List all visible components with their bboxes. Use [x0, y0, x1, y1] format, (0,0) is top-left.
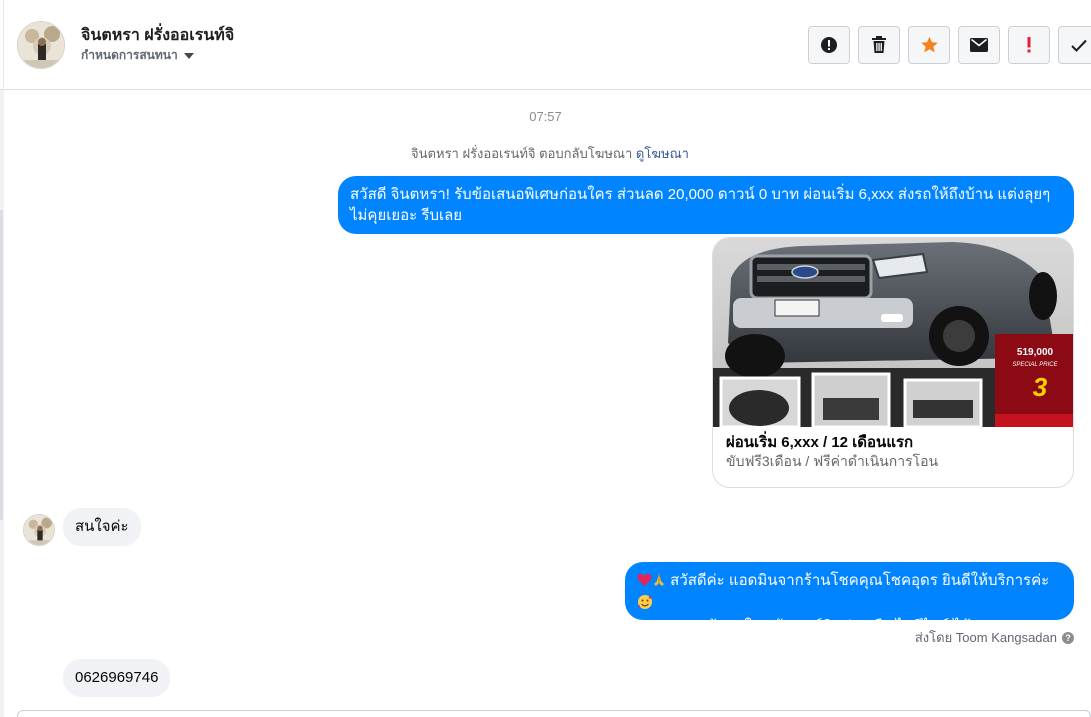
view-ad-link[interactable]: ดูโฆษณา [636, 146, 689, 161]
alert-circle-icon [820, 36, 838, 54]
message-text-line1: สวัสดีค่ะ แอดมินจากร้านโชคคุณโชคอุดร ยิน… [670, 572, 1050, 589]
folded-hands-icon [652, 572, 666, 593]
spam-button[interactable] [808, 26, 850, 64]
left-scroll-rail [0, 90, 4, 717]
outgoing-message: สวัสดีค่ะ แอดมินจากร้านโชคคุณโชคอุดร ยิน… [625, 562, 1074, 635]
ad-reply-text: จินตหรา ฝรั่งออเรนท์จิ ตอบกลับโฆษณา [411, 146, 633, 161]
important-button[interactable] [1008, 26, 1050, 64]
envelope-icon [970, 38, 988, 52]
help-icon[interactable]: ? [1062, 631, 1074, 644]
header-divider [3, 0, 4, 90]
message-text: สวัสดี จินตหรา! รับข้อเสนอพิเศษก่อนใคร ส… [350, 186, 1051, 224]
contact-name: จินตหรา ฝรั่งออเรนท์จิ [81, 27, 235, 44]
conversation-toolbar [808, 26, 1091, 64]
incoming-message: สนใจค่ะ [63, 508, 141, 546]
incoming-message: 0626969746 [63, 659, 171, 697]
message-text: สนใจค่ะ [75, 518, 129, 535]
conversation-header: จินตหรา ฝรั่งออเรนท์จิ กำหนดการสนทนา [0, 0, 1091, 90]
contact-avatar[interactable] [17, 21, 65, 69]
red-heart-icon [637, 572, 652, 593]
sent-by-text: ส่งโดย Toom Kangsadan [914, 630, 1057, 645]
scrollbar-thumb[interactable] [0, 210, 3, 520]
caret-down-icon [183, 53, 194, 59]
ad-card-subtitle: ขับฟรี3เดือน / ฟรีค่าดำเนินการโอน [726, 453, 939, 469]
star-icon [920, 36, 939, 54]
done-button[interactable] [1058, 26, 1091, 64]
message-timestamp: 07:57 [529, 109, 562, 124]
mark-unread-button[interactable] [958, 26, 1000, 64]
contact-avatar-small [23, 514, 55, 546]
smiling-face-with-hearts-icon [637, 594, 653, 616]
assign-conversation-dropdown[interactable]: กำหนดการสนทนา [81, 46, 194, 65]
delete-button[interactable] [858, 26, 900, 64]
exclamation-icon [1026, 37, 1032, 53]
ad-card-image: 519,000 SPECIAL PRICE 3 [713, 238, 1073, 429]
checkmark-icon [1071, 39, 1087, 52]
special-price-text: SPECIAL PRICE [1012, 362, 1058, 368]
assign-label: กำหนดการสนทนา [81, 48, 178, 62]
sent-by-label: ส่งโดย Toom Kangsadan ? [915, 627, 1074, 648]
reply-composer[interactable] [17, 710, 1091, 717]
star-button[interactable] [908, 26, 950, 64]
ad-reply-notice: จินตหรา ฝรั่งออเรนท์จิ ตอบกลับโฆษณา ดูโฆ… [0, 143, 1091, 164]
outgoing-message: สวัสดี จินตหรา! รับข้อเสนอพิเศษก่อนใคร ส… [338, 176, 1074, 234]
price-text: 519,000 [1017, 347, 1054, 358]
ad-card[interactable]: 519,000 SPECIAL PRICE 3 ผ่อนเริ่ม 6,xxx … [712, 237, 1074, 488]
promo-number-text: 3 [1033, 372, 1048, 402]
trash-icon [871, 36, 887, 54]
message-text: 0626969746 [75, 669, 159, 686]
